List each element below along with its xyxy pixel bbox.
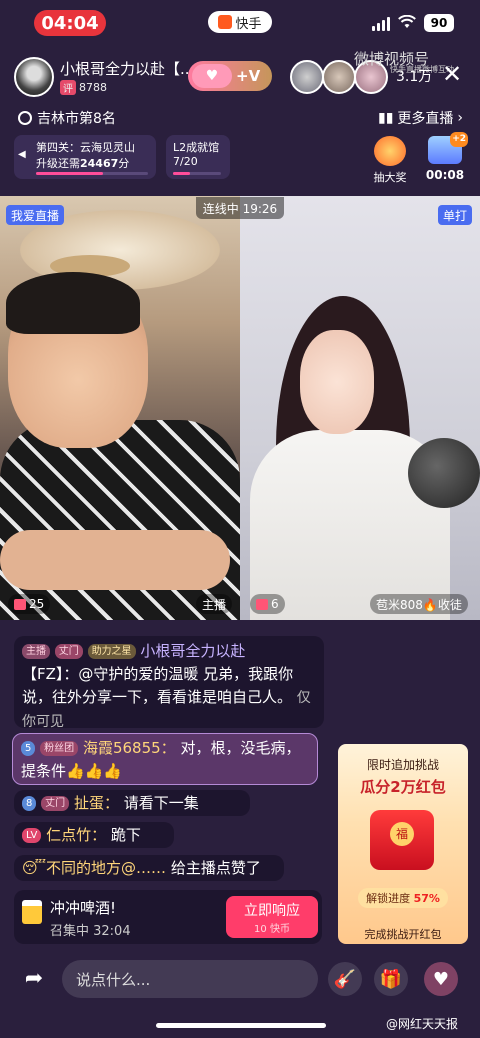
red-packet-title: 限时追加挑战	[366, 758, 439, 772]
connection-timer: 连线中 19:26	[196, 197, 284, 219]
lv-badge: LV	[22, 828, 42, 843]
chat-message[interactable]: 8 丈门 扯蛋： 请看下一集	[14, 790, 250, 816]
streamer-name[interactable]: 小根哥全力以赴【...	[60, 58, 194, 79]
helper-badge: 助力之星	[87, 644, 136, 659]
woman-face	[300, 330, 374, 434]
wifi-icon	[398, 15, 416, 28]
signal-icon	[372, 17, 390, 31]
chat-user[interactable]: 仁点竹：	[46, 826, 106, 844]
kuaishou-logo-icon	[218, 15, 233, 29]
challenge-title: 第四关：云海见灵山	[36, 141, 135, 154]
lottery-icon	[374, 136, 406, 166]
treasure-box-icon: +2	[428, 132, 468, 164]
respond-label: 立即响应	[244, 903, 300, 919]
weibo-watermark-bottom: @网红天天报	[386, 1017, 459, 1031]
city-rank[interactable]: 吉林市第8名	[18, 108, 116, 128]
chat-message[interactable]: 主播 丈门 助力之星 小根哥全力以赴 【FZ】：@守护的爱的温暖 兄弟，我跟你说…	[14, 636, 324, 730]
host-tag: 主播	[196, 594, 233, 614]
chat-message[interactable]: 😴不同的地方@…… 给主播点赞了	[14, 855, 284, 881]
chat-text: 跪下	[110, 826, 141, 844]
diamond-badge: 5	[21, 741, 36, 756]
score-value: 8788	[79, 81, 107, 94]
level-tag: 评	[60, 80, 76, 95]
follow-label: +V	[236, 67, 261, 85]
coin-icon: 福	[390, 822, 414, 846]
achievement-card[interactable]: L2成就馆 7/20	[166, 135, 230, 179]
rank-label: 吉林市第8名	[37, 111, 116, 127]
timer-box[interactable]: +2 00:08	[422, 132, 468, 182]
viewer-count[interactable]: 3.1万	[396, 66, 432, 86]
fan-badge: 丈门	[41, 796, 70, 811]
fan-badge: 丈门	[54, 644, 83, 659]
man-hair	[6, 272, 140, 334]
app-name-pill: 快手	[208, 11, 272, 33]
timer-value: 00:08	[425, 168, 465, 182]
chat-user[interactable]: 小根哥全力以赴	[140, 642, 245, 660]
app-name: 快手	[235, 16, 262, 32]
chat-text: 【FZ】：@守护的爱的温暖 兄弟，我跟你说，往外分享一下，看看谁是咱自己人。	[22, 665, 294, 706]
status-time: 04:04	[34, 10, 106, 36]
chat-text: 请看下一集	[123, 794, 199, 812]
man-shirt	[0, 420, 240, 620]
gift-icon	[14, 598, 26, 610]
unlock-progress: 解锁进度 57%	[358, 888, 448, 908]
right-stream-tag[interactable]: 单打	[438, 205, 473, 225]
red-packet-footer: 完成挑战开红包	[364, 928, 442, 941]
right-gift-count: 6	[250, 594, 285, 614]
left-stream-tag[interactable]: 我爱直播	[6, 205, 65, 225]
chat-user[interactable]: 扯蛋：	[74, 794, 119, 812]
beer-icon	[22, 900, 42, 924]
battery-indicator: 90	[424, 14, 454, 32]
host-badge: 主播	[22, 644, 50, 659]
streamer-score: 评 8788	[60, 80, 107, 95]
chat-message[interactable]: LV 仁点竹： 跪下	[14, 822, 174, 848]
achievement-progress-bar	[173, 172, 221, 175]
chat-message[interactable]: 5 粉丝团 海霞56855： 对，根，没毛病，提条件👍👍👍	[12, 733, 318, 785]
chat-user[interactable]: 😴不同的地方@……	[22, 859, 166, 877]
follow-button[interactable]: ♥ +V	[188, 61, 272, 91]
location-icon	[18, 111, 32, 125]
challenge-progress-bar	[36, 172, 148, 175]
chat-text: 给主播点赞了	[170, 859, 261, 877]
red-packet-prize: 瓜分2万红包	[360, 778, 446, 796]
like-heart-icon[interactable]: ♥	[424, 962, 458, 996]
gift-box-icon[interactable]: 🎁	[374, 962, 408, 996]
fan-badge: 粉丝团	[40, 741, 79, 756]
left-gift-count: 25	[8, 594, 51, 614]
more-live-button[interactable]: ▮▮ 更多直播 ›	[378, 108, 463, 128]
chat-input[interactable]: 说点什么...	[62, 960, 318, 998]
challenge-sub: 升级还需24467分	[36, 157, 130, 170]
chevron-right-icon: ›	[457, 110, 464, 126]
level-challenge-card[interactable]: ◀ 第四关：云海见灵山 升级还需24467分	[14, 135, 156, 179]
respond-cost: 10 快币	[254, 924, 290, 935]
home-indicator[interactable]	[156, 1023, 326, 1028]
share-icon[interactable]: ➦	[18, 966, 50, 994]
diamond-badge: 8	[22, 796, 37, 811]
heart-plus-icon: ♥	[192, 64, 232, 88]
gift-icon	[256, 598, 268, 610]
close-icon[interactable]: ✕	[442, 62, 462, 86]
viewer-avatar[interactable]	[290, 60, 324, 94]
more-live-label: 更多直播	[397, 111, 454, 127]
achievement-sub: 7/20	[173, 155, 198, 168]
chat-user[interactable]: 海霞56855：	[83, 739, 176, 757]
income-tag[interactable]: 苞米808🔥收徒	[370, 594, 468, 614]
timer-badge: +2	[450, 132, 468, 147]
respond-button[interactable]: 立即响应 10 快币	[226, 896, 318, 938]
man-arm	[0, 530, 230, 590]
achievement-title: L2成就馆	[173, 141, 220, 154]
streamer-avatar[interactable]	[14, 57, 54, 97]
instrument-icon[interactable]: 🎸	[328, 962, 362, 996]
arrow-left-icon: ◀	[18, 149, 26, 160]
lottery-button[interactable]: 抽大奖	[370, 136, 410, 184]
lottery-label: 抽大奖	[373, 171, 407, 184]
challenge-banner-title: 冲冲啤酒!	[50, 899, 117, 917]
microphone	[408, 438, 480, 508]
challenge-banner-sub: 召集中 32:04	[50, 924, 131, 939]
viewer-avatar[interactable]	[322, 60, 356, 94]
bar-chart-icon: ▮▮	[378, 110, 394, 126]
